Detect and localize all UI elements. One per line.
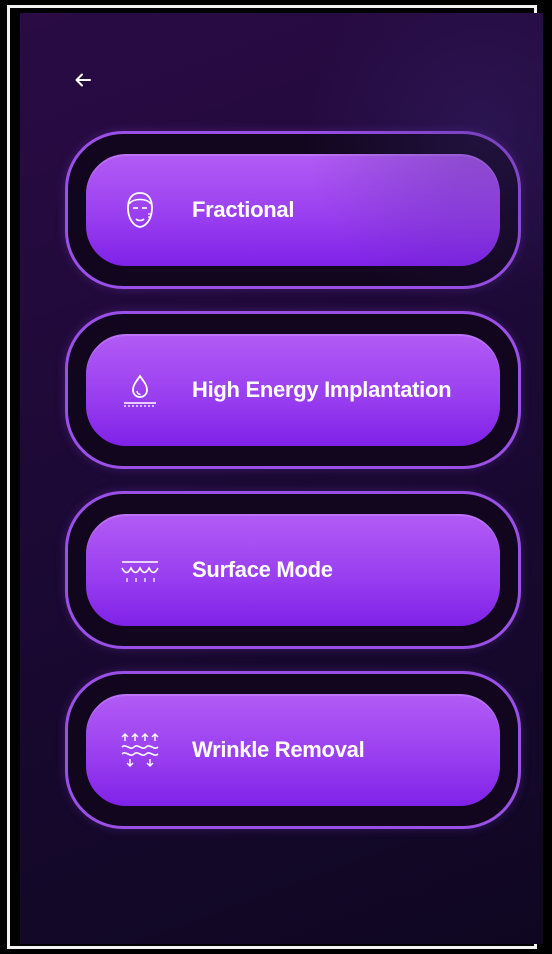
mode-card-wrinkle-removal: Wrinkle Removal — [65, 671, 521, 829]
wrinkle-removal-label: Wrinkle Removal — [192, 737, 365, 762]
droplet-skin-icon — [110, 364, 170, 416]
surface-mode-button[interactable]: Surface Mode — [86, 514, 500, 626]
high-energy-implantation-label: High Energy Implantation — [192, 377, 452, 402]
face-icon — [110, 184, 170, 236]
back-button[interactable] — [66, 63, 100, 97]
wave-surface-icon — [110, 544, 170, 596]
wrinkle-lift-icon — [110, 724, 170, 776]
mode-card-surface-mode: Surface Mode — [65, 491, 521, 649]
fractional-button[interactable]: Fractional — [86, 154, 500, 266]
high-energy-implantation-button[interactable]: High Energy Implantation — [86, 334, 500, 446]
fractional-label: Fractional — [192, 197, 295, 222]
wrinkle-removal-button[interactable]: Wrinkle Removal — [86, 694, 500, 806]
mode-card-fractional: Fractional — [65, 131, 521, 289]
mode-list: Fractional High Energy Implantation Surf… — [65, 131, 521, 851]
surface-mode-label: Surface Mode — [192, 557, 333, 582]
app-screen: Fractional High Energy Implantation Surf… — [20, 13, 543, 944]
mode-card-high-energy-implantation: High Energy Implantation — [65, 311, 521, 469]
arrow-left-icon — [75, 73, 91, 87]
